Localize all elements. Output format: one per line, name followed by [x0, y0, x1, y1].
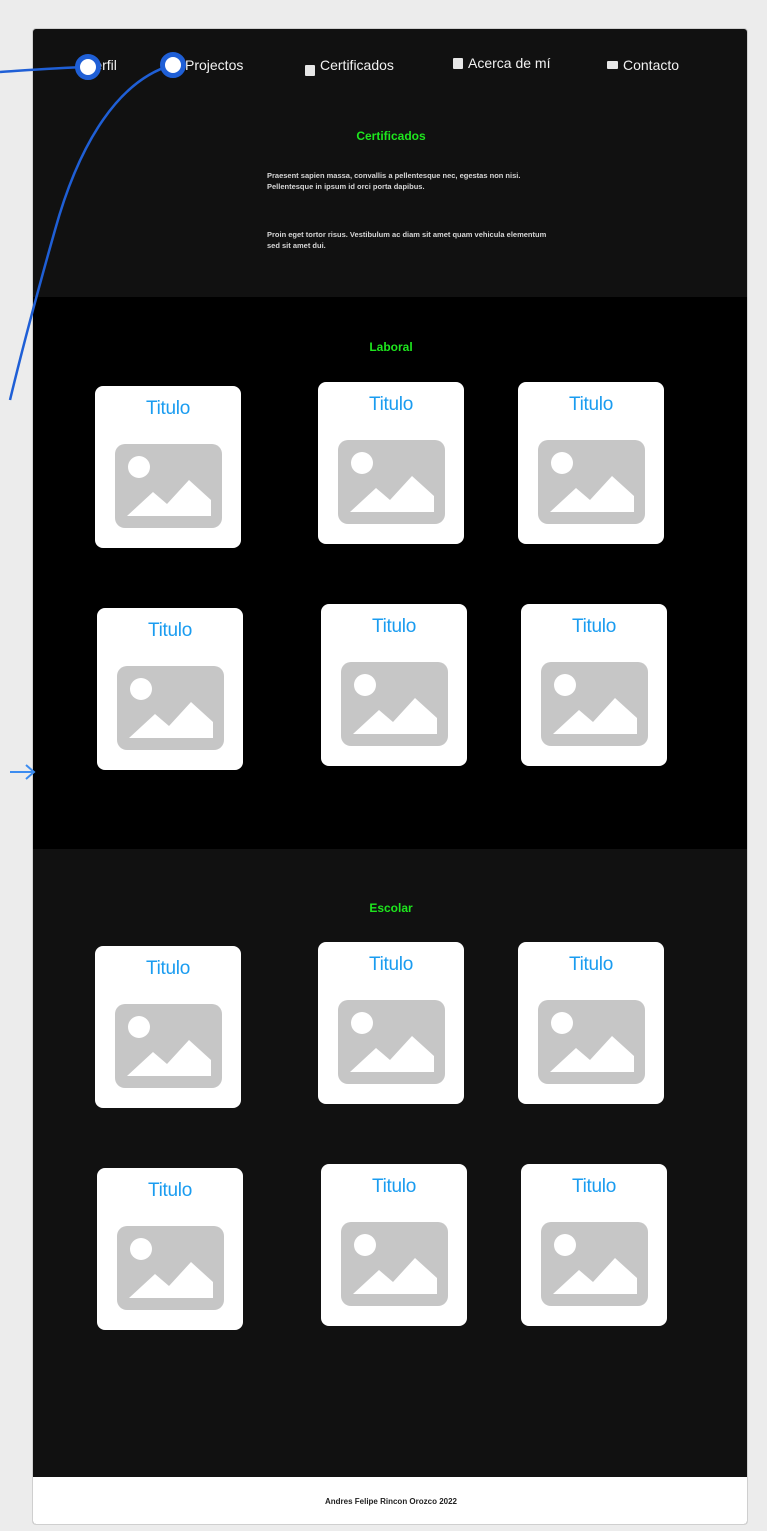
- nav-label: Certificados: [320, 56, 394, 73]
- card-title: Titulo: [372, 1176, 416, 1197]
- nav-item-certificados[interactable]: Certificados: [305, 53, 394, 76]
- certificate-card[interactable]: Titulo: [521, 604, 667, 766]
- nav-item-acerca[interactable]: Acerca de mí: [453, 55, 550, 71]
- card-title: Titulo: [572, 1176, 616, 1197]
- link-arrow-icon: [10, 764, 36, 780]
- prototype-link-hotspot[interactable]: [75, 54, 101, 80]
- section-title-escolar: Escolar: [369, 901, 413, 915]
- certificate-card[interactable]: Titulo: [521, 1164, 667, 1326]
- image-placeholder-icon: [117, 666, 224, 750]
- footer-text: Andres Felipe Rincon Orozco 2022: [324, 1497, 458, 1506]
- nav-item-contacto[interactable]: Contacto: [607, 57, 679, 73]
- page-frame: Perfil Projectos Certificados Acerca de …: [32, 28, 748, 1525]
- card-title: Titulo: [572, 616, 616, 637]
- card-title: Titulo: [569, 394, 613, 415]
- certificate-card[interactable]: Titulo: [518, 382, 664, 544]
- card-title: Titulo: [148, 620, 192, 641]
- prototype-link-hotspot[interactable]: [160, 52, 186, 78]
- certificate-card[interactable]: Titulo: [97, 1168, 243, 1330]
- image-placeholder-icon: [115, 444, 222, 528]
- hero-paragraph-1: Praesent sapien massa, convallis a pelle…: [267, 171, 521, 191]
- prototype-canvas: Perfil Projectos Certificados Acerca de …: [0, 0, 767, 1531]
- document-icon: [453, 57, 463, 69]
- image-placeholder-icon: [115, 1004, 222, 1088]
- certificate-card[interactable]: Titulo: [97, 608, 243, 770]
- section-title-laboral: Laboral: [369, 340, 413, 354]
- page-footer: Andres Felipe Rincon Orozco 2022: [33, 1477, 747, 1524]
- image-placeholder-icon: [341, 662, 448, 746]
- image-placeholder-icon: [541, 1222, 648, 1306]
- card-title: Titulo: [148, 1180, 192, 1201]
- image-placeholder-icon: [538, 1000, 645, 1084]
- certificate-card[interactable]: Titulo: [95, 946, 241, 1108]
- card-title: Titulo: [369, 954, 413, 975]
- page-title: Certificados: [356, 129, 426, 143]
- certificate-card[interactable]: Titulo: [318, 942, 464, 1104]
- card-title: Titulo: [372, 616, 416, 637]
- image-placeholder-icon: [341, 1222, 448, 1306]
- certificate-card[interactable]: Titulo: [95, 386, 241, 548]
- section-laboral: Laboral Titulo Titulo Titulo Titulo Titu…: [33, 297, 747, 849]
- section-escolar: Escolar Titulo Titulo Titulo Titulo Titu…: [33, 849, 747, 1477]
- hero-paragraph-2: Proin eget tortor risus. Vestibulum ac d…: [267, 230, 547, 250]
- card-title: Titulo: [569, 954, 613, 975]
- image-placeholder-icon: [338, 440, 445, 524]
- image-placeholder-icon: [338, 1000, 445, 1084]
- nav-label: Projectos: [185, 57, 244, 73]
- card-title: Titulo: [369, 394, 413, 415]
- top-navigation: Perfil Projectos Certificados Acerca de …: [33, 29, 747, 109]
- card-title: Titulo: [146, 958, 190, 979]
- image-placeholder-icon: [117, 1226, 224, 1310]
- certificate-card[interactable]: Titulo: [318, 382, 464, 544]
- image-placeholder-icon: [538, 440, 645, 524]
- certificate-card[interactable]: Titulo: [321, 1164, 467, 1326]
- image-placeholder-icon: [541, 662, 648, 746]
- certificate-card[interactable]: Titulo: [518, 942, 664, 1104]
- nav-label: Acerca de mí: [468, 55, 551, 71]
- certificate-icon: [305, 65, 315, 76]
- nav-item-projectos[interactable]: Projectos: [185, 57, 243, 73]
- certificate-card[interactable]: Titulo: [321, 604, 467, 766]
- card-title: Titulo: [146, 398, 190, 419]
- mail-icon: [607, 61, 618, 69]
- nav-label: Contacto: [623, 57, 680, 73]
